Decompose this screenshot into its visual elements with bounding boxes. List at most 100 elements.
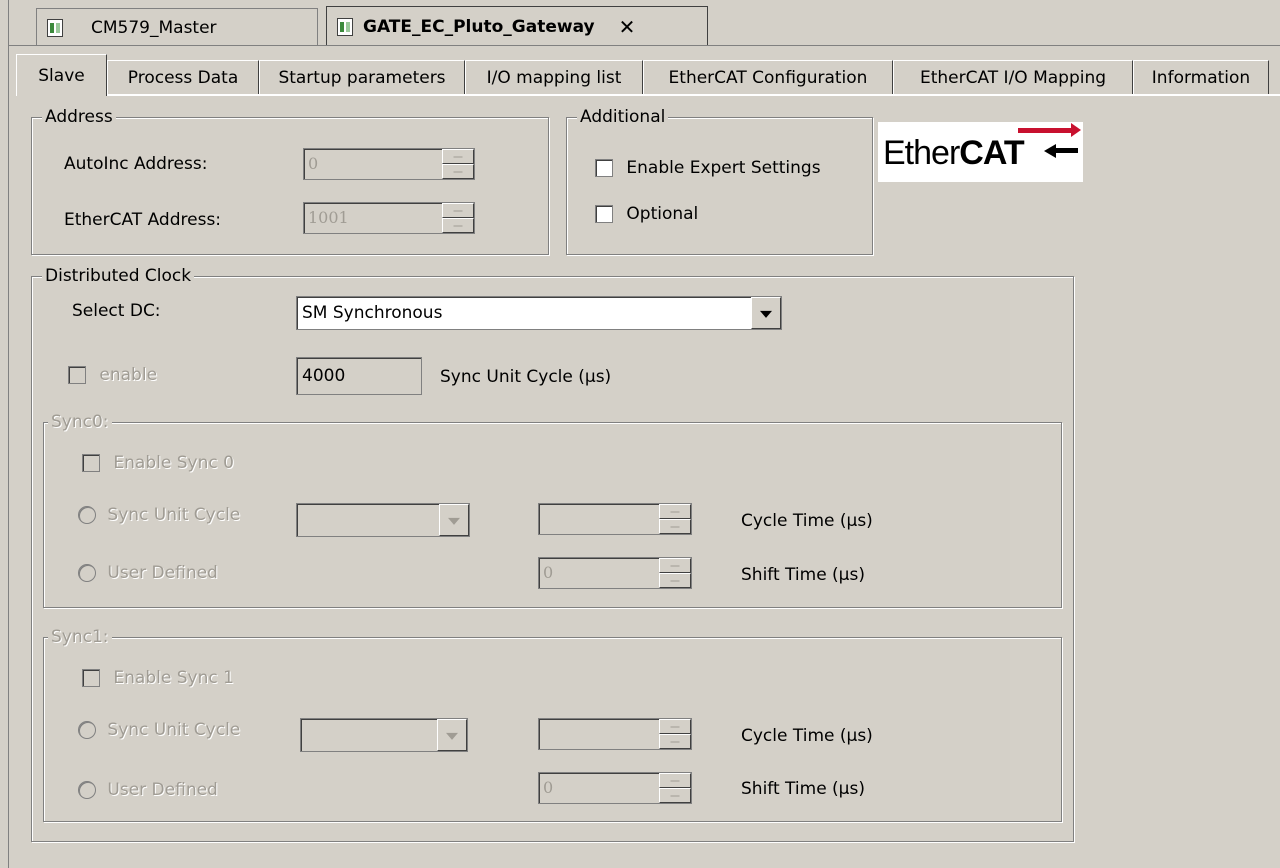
additional-group: Additional Enable Expert Settings Option… <box>566 106 873 255</box>
distributed-clock-group-title: Distributed Clock <box>42 265 195 287</box>
tab-label: Information <box>1151 67 1251 88</box>
distributed-clock-group: Distributed Clock Select DC: SM Synchron… <box>31 265 1074 842</box>
logo-text-cat: CAT <box>959 134 1024 172</box>
sync1-cycle-dropdown-value <box>301 719 437 751</box>
spin-up-icon <box>442 149 474 164</box>
radio-icon <box>78 781 96 799</box>
optional-label: Optional <box>626 204 699 224</box>
autoinc-address-value: 0 <box>308 154 319 173</box>
sync1-shift-time-spinbox: 0 <box>538 772 692 804</box>
tab-slave[interactable]: Slave <box>16 54 107 96</box>
sync1-sync-unit-cycle-radio: Sync Unit Cycle <box>78 720 240 740</box>
spin-down-icon <box>659 788 691 803</box>
select-dc-label: Select DC: <box>72 301 161 321</box>
ethercat-address-label: EtherCAT Address: <box>64 210 222 230</box>
checkbox-icon[interactable] <box>595 205 613 223</box>
sync0-shift-time-label: Shift Time (µs) <box>741 565 865 585</box>
enable-sync1-label: Enable Sync 1 <box>113 668 234 688</box>
tab-label: EtherCAT Configuration <box>668 67 868 88</box>
dc-enable-checkbox: enable <box>68 365 157 385</box>
sync0-cycle-dropdown <box>296 503 470 537</box>
radio-icon <box>78 506 96 524</box>
enable-expert-settings-checkbox[interactable]: Enable Expert Settings <box>595 158 821 178</box>
sync1-shift-time-label: Shift Time (µs) <box>741 779 865 799</box>
tab-label: Slave <box>38 65 85 86</box>
tab-process-data[interactable]: Process Data <box>107 60 259 94</box>
sync0-cycle-time-value <box>539 504 659 534</box>
spin-down-icon <box>659 734 691 749</box>
ethercat-address-value: 1001 <box>308 208 349 227</box>
sync1-user-defined-radio: User Defined <box>78 780 218 800</box>
close-icon[interactable]: ✕ <box>619 15 636 39</box>
radio-icon <box>78 564 96 582</box>
spin-up-icon <box>659 719 691 734</box>
sync0-group: Sync0: Enable Sync 0 Sync Unit Cycle Cyc… <box>43 411 1062 608</box>
spin-up-icon <box>442 203 474 218</box>
spin-down-icon <box>659 519 691 534</box>
device-icon <box>337 17 353 36</box>
checkbox-icon <box>68 366 86 384</box>
autoinc-address-label: AutoInc Address: <box>64 154 208 174</box>
sync0-sync-unit-cycle-label: Sync Unit Cycle <box>107 505 241 525</box>
enable-sync1-checkbox: Enable Sync 1 <box>82 668 234 688</box>
sync0-user-defined-label: User Defined <box>107 563 218 583</box>
tabs-baseline <box>107 94 1280 96</box>
dc-enable-label: enable <box>99 365 158 385</box>
device-icon <box>47 18 63 37</box>
sync0-cycle-time-spinbox <box>538 503 692 535</box>
spin-down-icon <box>659 573 691 588</box>
sync1-cycle-time-label: Cycle Time (µs) <box>741 726 873 746</box>
address-group: Address AutoInc Address: 0 EtherCAT Addr… <box>31 106 549 255</box>
sync1-cycle-dropdown <box>300 718 468 752</box>
tab-startup-parameters[interactable]: Startup parameters <box>259 60 465 94</box>
checkbox-icon <box>82 454 100 472</box>
editor-tab-label: CM579_Master <box>91 17 217 38</box>
address-group-title: Address <box>42 106 116 128</box>
tab-label: Startup parameters <box>278 67 446 88</box>
optional-checkbox[interactable]: Optional <box>595 204 698 224</box>
tab-information[interactable]: Information <box>1133 60 1269 94</box>
sync0-cycle-time-label: Cycle Time (µs) <box>741 511 873 531</box>
tab-label: Process Data <box>127 67 239 88</box>
spin-down-icon <box>442 218 474 233</box>
spin-up-icon <box>659 504 691 519</box>
chevron-down-icon <box>437 719 467 751</box>
sync1-shift-time-value: 0 <box>543 778 554 797</box>
chevron-down-icon <box>439 504 469 536</box>
logo-arrow-dark-bar <box>1054 148 1078 153</box>
chevron-down-icon[interactable] <box>751 297 781 329</box>
select-dc-value: SM Synchronous <box>302 303 443 323</box>
editor-tab-gate-ec-pluto-gateway[interactable]: GATE_EC_Pluto_Gateway ✕ <box>326 6 708 46</box>
sync0-cycle-dropdown-value <box>297 504 439 536</box>
tab-io-mapping-list[interactable]: I/O mapping list <box>465 60 643 94</box>
spin-up-icon <box>659 558 691 573</box>
checkbox-icon <box>82 669 100 687</box>
additional-group-title: Additional <box>577 106 669 128</box>
tab-label: EtherCAT I/O Mapping <box>919 67 1107 88</box>
spin-down-icon <box>442 164 474 179</box>
ethercat-logo: EtherCAT <box>878 122 1083 182</box>
editor-tab-cm579-master[interactable]: CM579_Master <box>36 8 318 46</box>
tab-ethercat-io-mapping[interactable]: EtherCAT I/O Mapping <box>893 60 1133 94</box>
autoinc-address-spinbox: 0 <box>303 148 475 180</box>
tab-label: I/O mapping list <box>486 67 622 88</box>
sync1-cycle-time-spinbox <box>538 718 692 750</box>
sync-unit-cycle-label: Sync Unit Cycle (µs) <box>440 367 612 387</box>
sync0-sync-unit-cycle-radio: Sync Unit Cycle <box>78 505 240 525</box>
sync0-user-defined-radio: User Defined <box>78 563 218 583</box>
sync1-user-defined-label: User Defined <box>107 780 218 800</box>
spin-up-icon <box>659 773 691 788</box>
editor-tab-divider <box>9 45 1280 46</box>
enable-expert-settings-label: Enable Expert Settings <box>626 158 821 178</box>
left-frame-edge <box>0 0 9 868</box>
sync0-group-title: Sync0: <box>48 411 112 433</box>
sync0-shift-time-value: 0 <box>543 563 554 582</box>
checkbox-icon[interactable] <box>595 159 613 177</box>
enable-sync0-checkbox: Enable Sync 0 <box>82 453 234 473</box>
select-dc-dropdown[interactable]: SM Synchronous <box>296 296 782 330</box>
editor-tab-label: GATE_EC_Pluto_Gateway <box>363 16 595 37</box>
tab-ethercat-configuration[interactable]: EtherCAT Configuration <box>643 60 893 94</box>
radio-icon <box>78 721 96 739</box>
sync1-sync-unit-cycle-label: Sync Unit Cycle <box>107 720 241 740</box>
logo-text-ether: Ether <box>883 134 960 172</box>
